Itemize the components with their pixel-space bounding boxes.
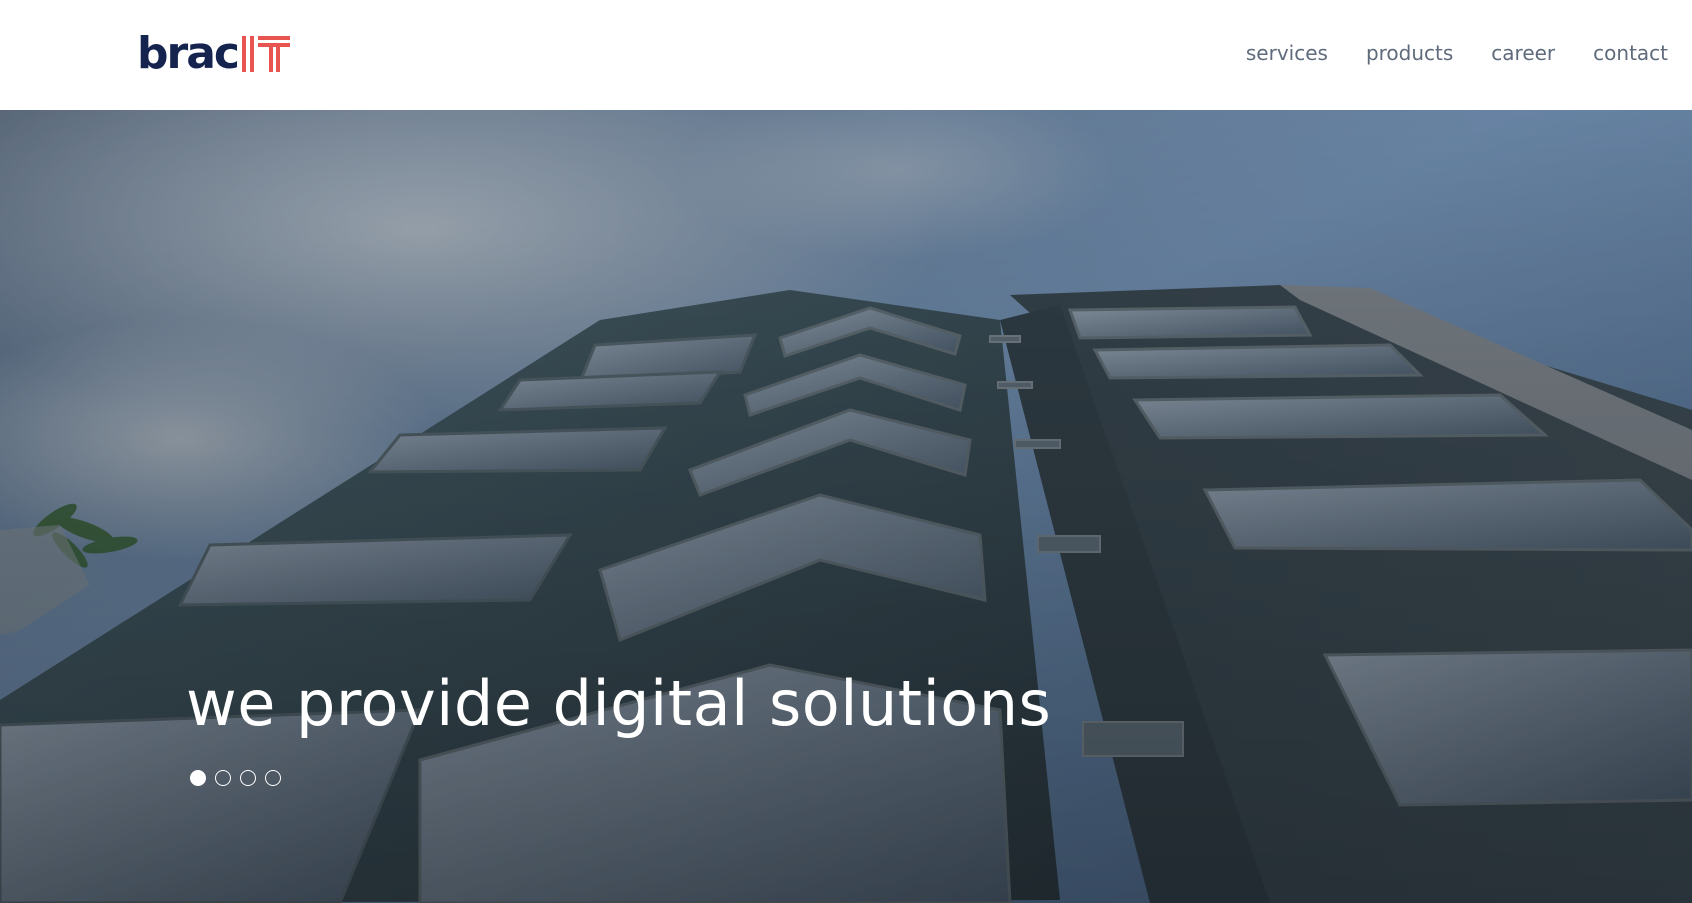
- nav-services[interactable]: services: [1246, 38, 1328, 68]
- nav-career[interactable]: career: [1491, 38, 1555, 68]
- logo-it-mark: [240, 32, 292, 76]
- main-nav: services products career contact: [1246, 38, 1668, 68]
- bracit-logo[interactable]: brac: [137, 32, 292, 76]
- slider-dot-2[interactable]: [215, 770, 231, 786]
- slider-dot-3[interactable]: [240, 770, 256, 786]
- hero-slider: we provide digital solutions: [0, 110, 1692, 903]
- nav-products[interactable]: products: [1366, 38, 1453, 68]
- slider-dot-4[interactable]: [265, 770, 281, 786]
- logo-brand-text: brac: [137, 28, 240, 79]
- nav-contact[interactable]: contact: [1593, 38, 1668, 68]
- slider-pagination: [190, 770, 281, 786]
- slider-dot-1[interactable]: [190, 770, 206, 786]
- site-header: brac services products career contact: [0, 0, 1692, 110]
- hero-title: we provide digital solutions: [186, 666, 1052, 740]
